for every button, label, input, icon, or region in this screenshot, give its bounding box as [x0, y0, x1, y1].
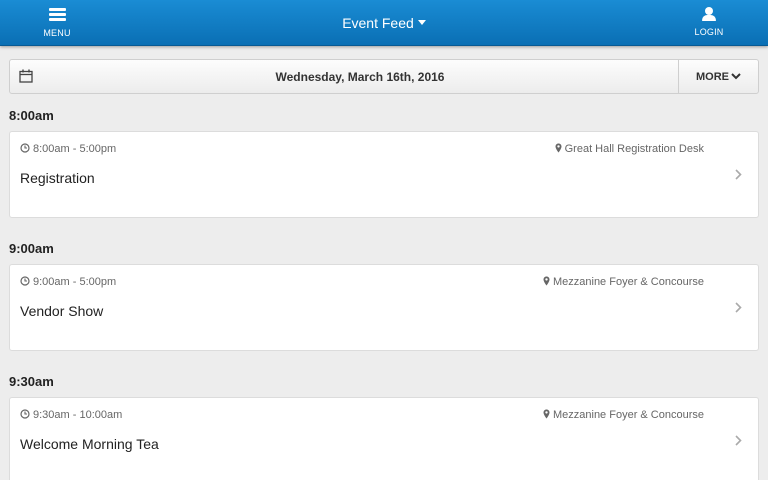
more-label: MORE — [696, 71, 729, 83]
selected-date: Wednesday, March 16th, 2016 — [275, 70, 445, 84]
feed-title: Event Feed — [342, 15, 414, 31]
user-icon — [701, 6, 717, 22]
event-location-name: Mezzanine Foyer & Concourse — [552, 276, 704, 288]
chevron-down-icon — [731, 73, 741, 80]
date-bar: Wednesday, March 16th, 2016 MORE — [9, 59, 759, 94]
event-location: Mezzanine Foyer & Concourse — [543, 276, 704, 288]
event-time-range: 8:00am - 5:00pm — [33, 143, 117, 155]
event-time: 8:00am - 5:00pm — [20, 143, 116, 155]
event-title: Vendor Show — [20, 303, 104, 319]
clock-icon — [20, 276, 30, 286]
map-pin-icon — [543, 276, 550, 286]
hamburger-icon — [48, 8, 66, 22]
event-location-name: Mezzanine Foyer & Concourse — [552, 409, 704, 421]
clock-icon — [20, 409, 30, 419]
chevron-right-icon — [735, 169, 742, 180]
time-slot-heading: 8:00am — [9, 108, 54, 123]
chevron-right-icon — [735, 302, 742, 313]
calendar-button[interactable] — [10, 60, 42, 93]
map-pin-icon — [555, 143, 562, 153]
event-time-range: 9:30am - 10:00am — [33, 409, 123, 421]
time-slot-heading: 9:30am — [9, 374, 54, 389]
login-button[interactable]: LOGIN — [680, 6, 738, 42]
event-time: 9:30am - 10:00am — [20, 409, 122, 421]
event-feed-dropdown[interactable]: Event Feed — [300, 15, 468, 31]
event-time: 9:00am - 5:00pm — [20, 276, 116, 288]
event-card-registration[interactable]: 8:00am - 5:00pm Great Hall Registration … — [9, 131, 759, 218]
event-location-name: Great Hall Registration Desk — [564, 143, 704, 155]
login-label: LOGIN — [694, 27, 724, 37]
menu-button[interactable]: MENU — [28, 6, 86, 42]
top-navigation-bar: MENU Event Feed LOGIN — [0, 0, 768, 46]
event-title: Registration — [20, 170, 95, 186]
menu-label: MENU — [43, 28, 71, 38]
event-title: Welcome Morning Tea — [20, 436, 159, 452]
event-location: Great Hall Registration Desk — [555, 143, 704, 155]
chevron-right-icon — [735, 435, 742, 446]
map-pin-icon — [543, 409, 550, 419]
event-card-welcome-morning-tea[interactable]: 9:30am - 10:00am Mezzanine Foyer & Conco… — [9, 397, 759, 480]
event-card-vendor-show[interactable]: 9:00am - 5:00pm Mezzanine Foyer & Concou… — [9, 264, 759, 351]
calendar-icon — [19, 69, 33, 83]
caret-down-icon — [417, 20, 426, 26]
time-slot-heading: 9:00am — [9, 241, 54, 256]
event-time-range: 9:00am - 5:00pm — [33, 276, 117, 288]
more-button[interactable]: MORE — [678, 60, 758, 93]
event-location: Mezzanine Foyer & Concourse — [543, 409, 704, 421]
clock-icon — [20, 143, 30, 153]
